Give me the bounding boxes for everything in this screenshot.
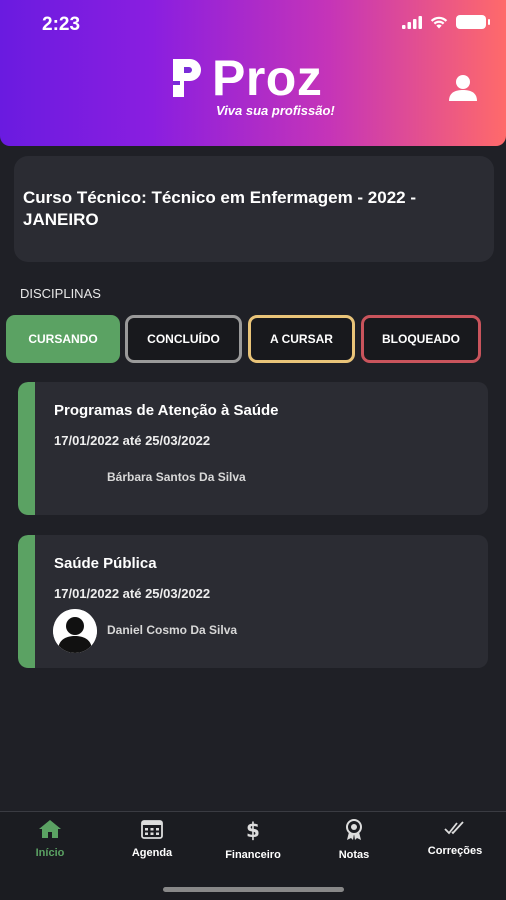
status-icons <box>402 15 490 29</box>
discipline-dates: 17/01/2022 até 25/03/2022 <box>54 433 211 448</box>
tab-correcoes[interactable]: Correções <box>410 819 500 865</box>
discipline-title: Saúde Pública <box>54 555 157 572</box>
battery-icon <box>456 15 490 29</box>
tab-label: Financeiro <box>225 849 281 861</box>
proz-logo: Proz Viva sua profissão! <box>170 50 340 125</box>
disciplines-label: DISCIPLINAS <box>20 286 101 301</box>
teacher-name: Daniel Cosmo Da Silva <box>107 623 238 637</box>
filter-bloqueado-button[interactable]: BLOQUEADO <box>361 315 481 363</box>
profile-icon[interactable] <box>448 73 478 103</box>
brand-name: Proz <box>212 50 323 106</box>
filter-cursando-button[interactable]: CURSANDO <box>6 315 120 363</box>
home-indicator[interactable] <box>163 887 344 892</box>
app-header: 2:23 Proz Viva sua profissão! <box>0 0 506 146</box>
tab-agenda[interactable]: Agenda <box>107 819 197 865</box>
discipline-dates: 17/01/2022 até 25/03/2022 <box>54 586 211 601</box>
course-title: Curso Técnico: Técnico em Enfermagem - 2… <box>23 188 417 229</box>
dollar-icon: $ <box>246 819 260 841</box>
tab-financeiro[interactable]: $ Financeiro <box>208 819 298 865</box>
discipline-title: Programas de Atenção à Saúde <box>54 402 279 419</box>
tab-notas[interactable]: Notas <box>309 819 399 865</box>
filter-concluido-button[interactable]: CONCLUÍDO <box>125 315 242 363</box>
double-check-icon <box>444 821 464 835</box>
tab-inicio[interactable]: Início <box>5 819 95 865</box>
wifi-icon <box>430 16 448 28</box>
proz-logo-mark-icon <box>173 59 201 97</box>
person-avatar-icon <box>53 609 97 653</box>
discipline-card[interactable]: Saúde Pública 17/01/2022 até 25/03/2022 … <box>18 535 488 668</box>
status-bar <box>18 382 35 515</box>
status-time: 2:23 <box>42 14 81 35</box>
home-icon <box>39 820 61 838</box>
calendar-icon <box>141 820 163 839</box>
teacher-avatar <box>53 609 97 653</box>
award-icon <box>346 819 362 840</box>
discipline-card[interactable]: Programas de Atenção à Saúde 17/01/2022 … <box>18 382 488 515</box>
course-card[interactable]: Curso Técnico: Técnico em Enfermagem - 2… <box>14 156 494 262</box>
teacher-name: Bárbara Santos Da Silva <box>107 470 246 484</box>
tab-label: Notas <box>338 849 370 861</box>
svg-text:$: $ <box>246 819 260 841</box>
tab-label: Início <box>35 847 65 859</box>
brand-tagline: Viva sua profissão! <box>216 103 335 118</box>
status-bar <box>18 535 35 668</box>
filter-a-cursar-button[interactable]: A CURSAR <box>248 315 355 363</box>
tab-label: Correções <box>427 845 483 857</box>
tab-label: Agenda <box>131 847 173 859</box>
signal-icon <box>402 15 422 29</box>
